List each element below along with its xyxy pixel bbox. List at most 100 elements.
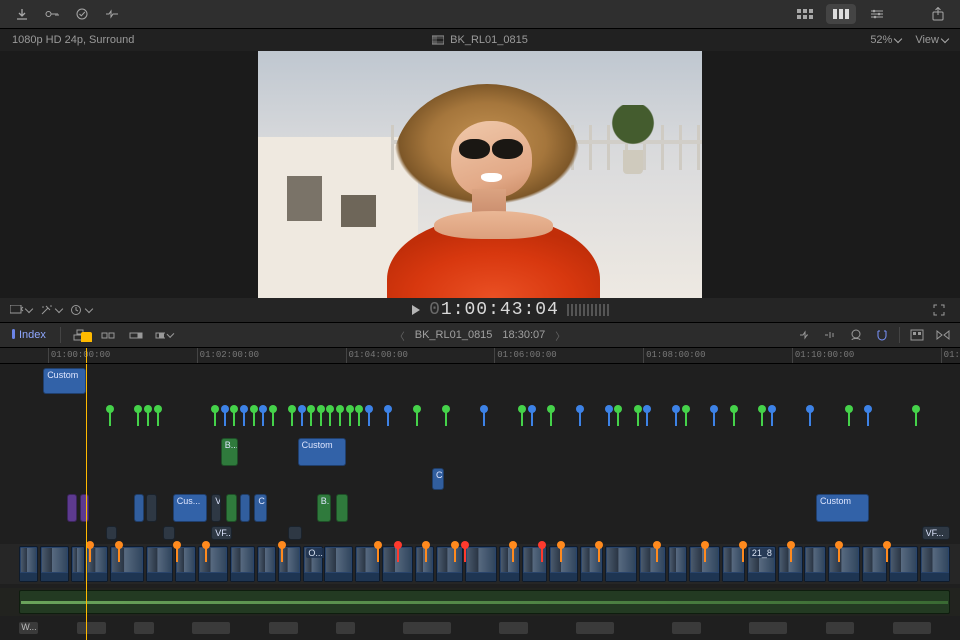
audio-component-clip[interactable] (192, 622, 230, 634)
marker-pin[interactable] (154, 405, 162, 413)
connected-clip[interactable] (80, 494, 90, 522)
primary-storyline-clip[interactable] (605, 546, 638, 582)
marker-pin[interactable] (259, 405, 267, 413)
connected-clip[interactable]: Custom (298, 438, 346, 466)
clip-appearance-grid-icon[interactable] (790, 4, 820, 24)
playhead[interactable] (86, 364, 87, 640)
connected-clip[interactable] (336, 494, 348, 522)
timecode-display[interactable]: 01:00:43:04 (429, 300, 559, 320)
marker-pin[interactable] (346, 405, 354, 413)
primary-storyline-clip[interactable] (110, 546, 144, 582)
marker-pin[interactable] (912, 405, 920, 413)
marker-pin[interactable] (845, 405, 853, 413)
marker-pin[interactable] (643, 405, 651, 413)
effects-menu[interactable] (40, 301, 62, 319)
marker-pin[interactable] (672, 405, 680, 413)
connected-clip[interactable] (240, 494, 250, 522)
insert-clip-icon[interactable] (99, 327, 117, 343)
marker-pin[interactable] (682, 405, 690, 413)
primary-storyline-clip[interactable] (257, 546, 276, 582)
marker-pin[interactable] (634, 405, 642, 413)
marker-pin[interactable] (701, 541, 709, 549)
connected-clip[interactable] (146, 494, 158, 522)
primary-storyline-clip[interactable] (415, 546, 434, 582)
marker-pin[interactable] (355, 405, 363, 413)
effect-clip[interactable]: VF... (211, 526, 232, 540)
viewer-canvas[interactable] (0, 51, 960, 298)
solo-icon[interactable] (847, 327, 865, 343)
audio-component-clip[interactable] (403, 622, 451, 634)
marker-pin[interactable] (394, 541, 402, 549)
primary-storyline-clip[interactable] (230, 546, 255, 582)
marker-pin[interactable] (336, 405, 344, 413)
marker-pin[interactable] (480, 405, 488, 413)
marker-pin[interactable] (221, 405, 229, 413)
audio-component-clip[interactable] (893, 622, 931, 634)
marker-pin[interactable] (538, 541, 546, 549)
audio-component-clip[interactable] (672, 622, 701, 634)
marker-pin[interactable] (269, 405, 277, 413)
marker-pin[interactable] (211, 405, 219, 413)
skimming-toggle-icon[interactable] (795, 327, 813, 343)
audio-component-clip[interactable] (499, 622, 528, 634)
audio-component-clip[interactable] (576, 622, 614, 634)
marker-pin[interactable] (230, 405, 238, 413)
index-button[interactable]: Index (8, 327, 50, 343)
primary-storyline-clip[interactable] (828, 546, 861, 582)
primary-storyline-clip[interactable] (324, 546, 353, 582)
background-tasks-icon[interactable] (70, 4, 94, 24)
connected-clip[interactable]: C (254, 494, 266, 522)
connected-clip[interactable]: Custom (816, 494, 869, 522)
marker-pin[interactable] (307, 405, 315, 413)
connected-clip[interactable]: B... (317, 494, 331, 522)
clip-appearance-list-icon[interactable] (826, 4, 856, 24)
primary-storyline-clip[interactable] (355, 546, 380, 582)
connected-clip[interactable]: C (432, 468, 444, 490)
fullscreen-icon[interactable] (928, 301, 950, 319)
primary-storyline-clip[interactable] (639, 546, 666, 582)
marker-pin[interactable] (557, 541, 565, 549)
marker-pin[interactable] (144, 405, 152, 413)
primary-storyline-clip[interactable] (549, 546, 578, 582)
primary-storyline-clip[interactable] (522, 546, 547, 582)
timeline-area[interactable]: Custom B...Custom C Cus...VCB...Custom V… (0, 364, 960, 640)
connected-clip[interactable]: V (211, 494, 221, 522)
timeline-ruler[interactable]: 01:00:00:0001:02:00:0001:04:00:0001:06:0… (0, 348, 960, 364)
primary-storyline-clip[interactable]: O... (303, 546, 322, 582)
display-options-menu[interactable] (10, 301, 32, 319)
primary-storyline-clip[interactable] (71, 546, 85, 582)
marker-pin[interactable] (653, 541, 661, 549)
snapping-icon[interactable] (873, 327, 891, 343)
view-menu[interactable]: View (915, 34, 948, 46)
primary-storyline-clip[interactable] (889, 546, 918, 582)
primary-storyline-clip[interactable] (436, 546, 463, 582)
playhead[interactable] (86, 348, 87, 363)
primary-storyline-clip[interactable] (19, 546, 38, 582)
marker-pin[interactable] (413, 405, 421, 413)
marker-pin[interactable] (250, 405, 258, 413)
primary-storyline-clip[interactable] (920, 546, 951, 582)
share-icon[interactable] (926, 4, 950, 24)
primary-storyline-clip[interactable] (175, 546, 196, 582)
marker-pin[interactable] (202, 541, 210, 549)
marker-pin[interactable] (365, 405, 373, 413)
audio-component-clip[interactable] (336, 622, 355, 634)
marker-pin[interactable] (730, 405, 738, 413)
next-project-icon[interactable]: 〉 (555, 328, 565, 343)
marker-pin[interactable] (288, 405, 296, 413)
primary-storyline-clip[interactable]: 21_8 (747, 546, 776, 582)
primary-storyline-clip[interactable] (146, 546, 173, 582)
import-icon[interactable] (10, 4, 34, 24)
marker-pin[interactable] (509, 541, 517, 549)
audio-component-clip[interactable] (134, 622, 153, 634)
zoom-menu[interactable]: 52% (870, 34, 901, 46)
connected-clip[interactable]: Cus... (173, 494, 208, 522)
keyword-icon[interactable] (40, 4, 64, 24)
marker-pin[interactable] (134, 405, 142, 413)
marker-pin[interactable] (528, 405, 536, 413)
marker-pin[interactable] (240, 405, 248, 413)
marker-pin[interactable] (710, 405, 718, 413)
effect-clip[interactable]: VF... (922, 526, 951, 540)
play-icon[interactable] (411, 304, 421, 316)
audio-component-clip[interactable]: W... (19, 622, 38, 634)
